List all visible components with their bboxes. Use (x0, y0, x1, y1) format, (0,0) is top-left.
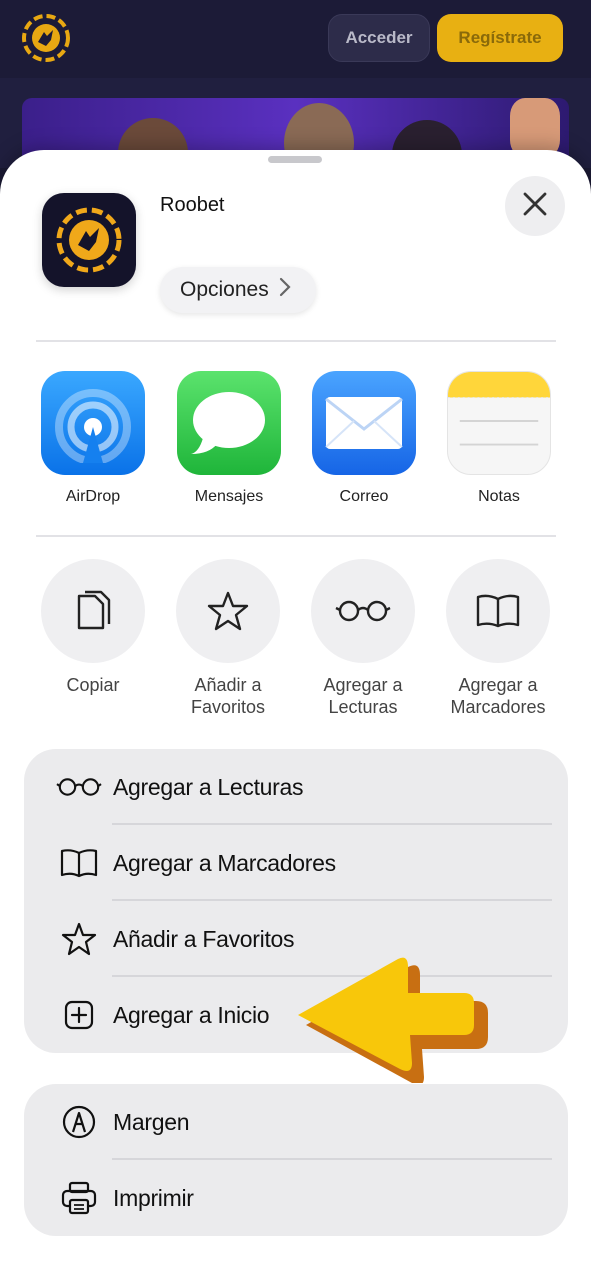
chevron-right-icon (279, 277, 291, 303)
share-app-label: AirDrop (65, 488, 121, 505)
options-button[interactable]: Opciones (160, 267, 316, 313)
notes-icon (447, 371, 551, 475)
close-button[interactable] (505, 176, 565, 236)
menu-group-more: Margen Imprimir (24, 1084, 568, 1236)
login-button[interactable]: Acceder (328, 14, 430, 62)
menu-item-label: Imprimir (113, 1185, 194, 1211)
airdrop-icon (41, 371, 145, 475)
share-messages[interactable]: Mensajes (177, 371, 281, 506)
close-icon (522, 191, 548, 222)
site-header: Acceder Regístrate (0, 0, 591, 78)
action-add-favorites[interactable]: Añadir a Favoritos (168, 559, 288, 718)
plus-square-icon (56, 997, 102, 1033)
book-icon (56, 845, 102, 881)
glasses-icon (311, 559, 415, 663)
menu-item-add-reading-list[interactable]: Agregar a Lecturas (24, 749, 568, 825)
divider (36, 340, 556, 342)
share-sheet: Roobet Opciones AirDrop Mensajes Correo … (0, 150, 591, 1280)
action-label: Marcadores (450, 697, 546, 717)
star-icon (176, 559, 280, 663)
menu-item-label: Margen (113, 1109, 190, 1135)
roobet-app-icon (42, 193, 136, 287)
action-label: Lecturas (328, 697, 398, 717)
action-label: Agregar a (323, 675, 403, 695)
action-copy[interactable]: Copiar (33, 559, 153, 696)
menu-item-label: Agregar a Inicio (113, 1002, 270, 1028)
app-name: Roobet (160, 194, 225, 216)
action-label: Agregar a (458, 675, 538, 695)
printer-icon (56, 1180, 102, 1216)
share-app-label: Notas (478, 488, 520, 505)
action-label: Añadir a (194, 675, 262, 695)
share-app-label: Correo (339, 488, 389, 505)
share-app-label: Mensajes (194, 488, 264, 505)
menu-item-label: Añadir a Favoritos (113, 926, 295, 952)
share-mail[interactable]: Correo (312, 371, 416, 506)
sheet-grabber[interactable] (268, 156, 322, 163)
action-add-bookmarks[interactable]: Agregar a Marcadores (438, 559, 558, 718)
menu-item-print[interactable]: Imprimir (24, 1160, 568, 1236)
menu-item-label: Agregar a Lecturas (113, 774, 304, 800)
action-add-reading-list[interactable]: Agregar a Lecturas (303, 559, 423, 718)
roobet-logo-icon[interactable] (20, 12, 72, 64)
book-icon (446, 559, 550, 663)
menu-item-add-bookmarks[interactable]: Agregar a Marcadores (24, 825, 568, 901)
copy-icon (41, 559, 145, 663)
star-icon (56, 921, 102, 957)
action-label: Favoritos (190, 697, 266, 717)
share-airdrop[interactable]: AirDrop (41, 371, 145, 506)
markup-icon (56, 1104, 102, 1140)
menu-item-label: Agregar a Marcadores (113, 850, 336, 876)
options-label: Opciones (180, 278, 269, 301)
divider (36, 535, 556, 537)
mail-icon (312, 371, 416, 475)
menu-item-markup[interactable]: Margen (24, 1084, 568, 1160)
pointer-arrow-icon (292, 955, 492, 1085)
glasses-icon (56, 769, 102, 805)
register-button[interactable]: Regístrate (437, 14, 563, 62)
action-label: Copiar (66, 675, 120, 695)
messages-icon (177, 371, 281, 475)
share-notes[interactable]: Notas (447, 371, 551, 506)
